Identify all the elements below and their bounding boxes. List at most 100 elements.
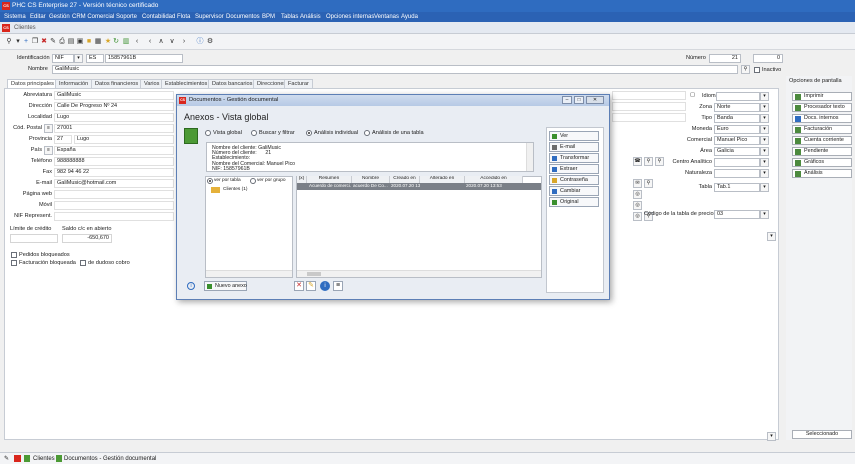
provincia-name-field[interactable]: Lugo (74, 135, 174, 144)
dudoso-cobro-checkbox[interactable] (80, 260, 86, 266)
nif-represent-field[interactable] (54, 212, 174, 221)
lookup-icon[interactable]: ◎ (633, 212, 642, 221)
inactivo-checkbox[interactable] (754, 67, 760, 73)
settings-icon[interactable]: ⚙ (206, 38, 214, 46)
notes-icon[interactable]: ✎ (4, 455, 9, 462)
new-icon[interactable]: + (22, 38, 30, 46)
id-type-dropdown[interactable]: ▾ (74, 54, 83, 63)
search-icon[interactable]: ⚲ (644, 179, 653, 188)
tree-hscrollbar[interactable] (206, 270, 292, 277)
centro-analitico-field[interactable] (714, 158, 760, 167)
tab-establecimientos[interactable]: Establecimientos (161, 79, 212, 88)
radio-analisis-tabla[interactable] (364, 130, 370, 136)
star-icon[interactable]: ★ (104, 38, 112, 46)
list-icon[interactable]: ≡ (333, 281, 343, 291)
phone-icon[interactable]: ☎ (633, 157, 642, 166)
numero-secondary-field[interactable]: 0 (753, 54, 783, 63)
search-icon[interactable]: ⚲ (644, 157, 653, 166)
chevron-down-icon[interactable]: ▾ (760, 136, 769, 145)
extraer-button[interactable]: Extraer (549, 164, 599, 174)
menu-bpm[interactable]: BPM (262, 14, 275, 20)
close-icon[interactable]: ✕ (586, 96, 604, 104)
menu-documentos[interactable]: Documentos (226, 14, 260, 20)
info-scrollbar[interactable] (526, 143, 533, 171)
original-button[interactable]: Original (549, 197, 599, 207)
menu-ventanas[interactable]: Ventanas (374, 14, 399, 20)
search-icon[interactable]: ⚲ (5, 38, 13, 46)
cuenta-corriente-button[interactable]: Cuenta corriente (792, 136, 852, 145)
down-icon[interactable]: ∨ (168, 38, 176, 46)
menu-editar[interactable]: Editar (30, 14, 46, 20)
tab-varios[interactable]: Varios (140, 79, 164, 88)
moneda-field[interactable]: Euro (714, 125, 760, 134)
tabla-field[interactable]: Tab.1 (714, 183, 760, 192)
folder-icon[interactable]: ■ (85, 38, 93, 46)
contrasena-button[interactable]: Contraseña (549, 175, 599, 185)
chevron-down-icon[interactable]: ▾ (760, 103, 769, 112)
pagina-web-field[interactable] (54, 190, 174, 199)
numero-field[interactable]: 21 (709, 54, 741, 63)
facturacion-button[interactable]: Facturación (792, 125, 852, 134)
id-type-select[interactable]: NIF (52, 54, 74, 63)
graficos-button[interactable]: Gráficos (792, 158, 852, 167)
chevron-down-icon[interactable]: ▾ (760, 114, 769, 123)
edit-icon[interactable]: ✎ (306, 281, 316, 291)
nuevo-anexo-button[interactable]: Nuevo anexo (204, 281, 247, 291)
fax-field[interactable]: 982 94 46 22 (54, 168, 174, 177)
menu-ayuda[interactable]: Ayuda (401, 14, 418, 20)
right-field-1[interactable] (612, 91, 686, 100)
search-icon[interactable]: ⚲ (741, 65, 750, 74)
radio-ver-tabla[interactable] (207, 178, 213, 184)
country-lookup-icon[interactable]: ≡ (44, 146, 53, 155)
nif-field[interactable]: 15857961B (105, 54, 183, 63)
tab-facturar[interactable]: Facturar (284, 79, 313, 88)
list-scroll-thumb[interactable] (307, 272, 321, 276)
localidad-field[interactable]: Lugo (54, 113, 174, 122)
refresh-icon[interactable]: ↻ (112, 38, 120, 46)
ver-button[interactable]: Ver (549, 131, 599, 141)
report-icon[interactable]: ▤ (67, 38, 75, 46)
copy-icon[interactable]: ❐ (31, 38, 39, 46)
email-field[interactable]: GaliMusic@hotmail.com (54, 179, 174, 188)
print-icon[interactable]: ⎙ (58, 38, 66, 46)
telefono-field[interactable]: 988888888 (54, 157, 174, 166)
limite-credito-field[interactable] (10, 234, 58, 243)
image-icon[interactable]: ▣ (76, 38, 84, 46)
chevron-down-icon[interactable]: ▾ (767, 432, 776, 441)
attachment-icon[interactable]: ▦ (94, 38, 102, 46)
docs-internos-button[interactable]: Docs. internos (792, 114, 852, 123)
provincia-code-field[interactable]: 27 (54, 135, 72, 144)
chevron-down-icon[interactable]: ▾ (760, 92, 769, 101)
facturacion-bloqueada-checkbox[interactable] (11, 260, 17, 266)
movil-field[interactable] (54, 201, 174, 210)
mail-icon[interactable]: ✉ (633, 179, 642, 188)
tipo-field[interactable]: Banda (714, 114, 760, 123)
radio-buscar-filtrar[interactable] (251, 130, 257, 136)
chevron-down-icon[interactable]: ▾ (760, 169, 769, 178)
chevron-down-icon[interactable]: ▾ (760, 183, 769, 192)
col-header-resumen[interactable]: Resumen (307, 176, 352, 183)
list-hscrollbar[interactable] (297, 270, 541, 277)
menu-crm[interactable]: CRM Comercial (72, 14, 114, 20)
up-icon[interactable]: ∧ (157, 38, 165, 46)
naturaleza-field[interactable] (714, 169, 760, 178)
properties-icon[interactable]: i (320, 281, 330, 291)
help-icon[interactable]: ⓘ (196, 38, 204, 46)
menu-soporte[interactable]: Soporte (116, 14, 137, 20)
delete-icon[interactable]: ✕ (294, 281, 304, 291)
menu-supervisor[interactable]: Supervisor (195, 14, 224, 20)
pendiente-button[interactable]: Pendiente (792, 147, 852, 156)
radio-analisis-individual[interactable] (306, 130, 312, 136)
first-record-icon[interactable]: ‹ (133, 38, 141, 46)
info-icon[interactable]: i (187, 282, 195, 290)
cambiar-button[interactable]: Cambiar (549, 186, 599, 196)
col-header-nombre[interactable]: Nombre (352, 176, 390, 183)
tab-datos-principales[interactable]: Datos principales (7, 79, 58, 88)
radio-vista-global[interactable] (205, 130, 211, 136)
web-icon[interactable]: ◎ (633, 190, 642, 199)
abreviatura-field[interactable]: GaliMusic (54, 91, 174, 100)
menu-sistema[interactable]: Sistema (4, 14, 26, 20)
direccion-field[interactable]: Calle De Progreso Nº 24 (54, 102, 174, 111)
pedidos-bloqueados-checkbox[interactable] (11, 252, 17, 258)
tab-datos-bancarios[interactable]: Datos bancarios (208, 79, 257, 88)
